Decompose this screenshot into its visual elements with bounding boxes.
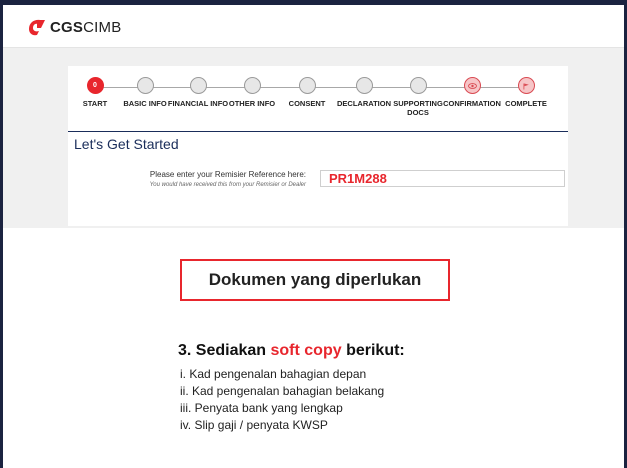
- progress-stepper: 0 START BASIC INFO FINANCIAL INFO OTHER INFO…: [68, 66, 568, 136]
- list-item: ii. Kad pengenalan bahagian belakang: [180, 384, 385, 398]
- section-divider: [68, 131, 568, 132]
- list-item: iii. Penyata bank yang lengkap: [180, 401, 343, 415]
- application-card: 0 START BASIC INFO FINANCIAL INFO OTHER INFO…: [68, 66, 568, 226]
- required-documents-list: i. Kad pengenalan bahagian depan ii. Kad…: [180, 366, 384, 434]
- remisier-reference-input[interactable]: PR1M288: [320, 170, 565, 187]
- brand-logo[interactable]: CGSCIMB: [25, 17, 121, 37]
- page-title: Let's Get Started: [74, 136, 179, 152]
- remisier-hint: You would have received this from your R…: [149, 182, 306, 188]
- step-consent[interactable]: CONSENT: [275, 77, 339, 108]
- cgs-cimb-logo-icon: [29, 19, 45, 36]
- list-item: iv. Slip gaji / penyata KWSP: [180, 418, 328, 432]
- step-circle: [189, 77, 207, 94]
- step-circle: [409, 77, 427, 94]
- step-complete[interactable]: COMPLETE: [494, 77, 558, 108]
- step-circle: [355, 77, 373, 94]
- soft-copy-highlight: soft copy: [270, 342, 342, 359]
- site-header: CGSCIMB: [3, 5, 624, 48]
- step-label: COMPLETE: [505, 99, 547, 108]
- flag-icon: [517, 77, 535, 94]
- list-item: i. Kad pengenalan bahagian depan: [180, 367, 367, 381]
- remisier-label-group: Please enter your Remisier Reference her…: [150, 170, 306, 188]
- document-list-title: 3. Sediakan soft copy berikut:: [178, 342, 405, 359]
- required-documents-heading: Dokumen yang diperlukan: [180, 259, 450, 301]
- step-label: CONSENT: [288, 99, 326, 108]
- step-circle: 0: [86, 77, 104, 94]
- brand-name: CGSCIMB: [50, 18, 122, 36]
- step-circle: [136, 77, 154, 94]
- step-circle: [243, 77, 261, 94]
- eye-icon: [463, 77, 481, 94]
- remisier-label: Please enter your Remisier Reference her…: [149, 170, 306, 179]
- step-circle: [298, 77, 316, 94]
